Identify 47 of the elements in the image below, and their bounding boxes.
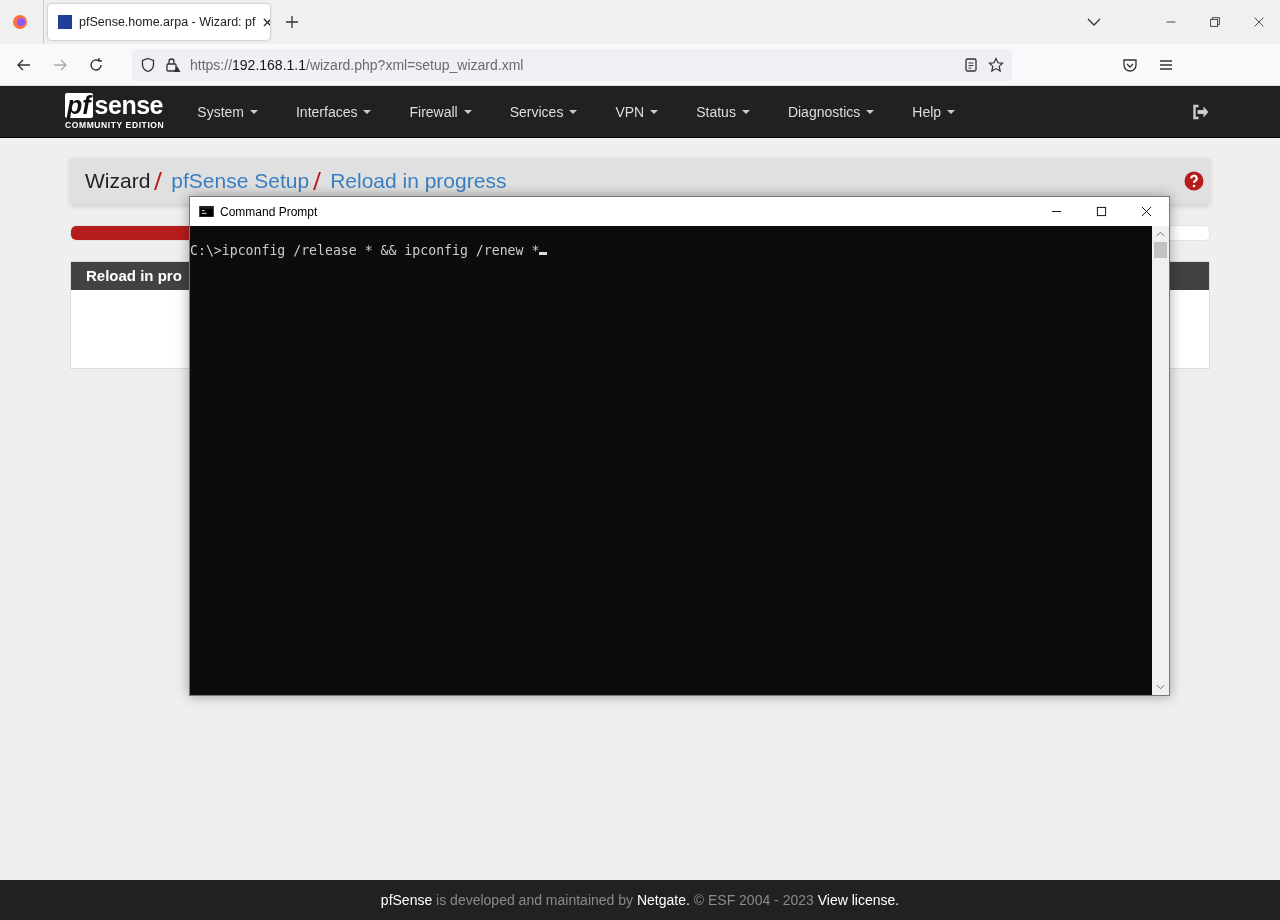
window-title: Command Prompt bbox=[220, 204, 318, 219]
logout-icon[interactable] bbox=[1191, 103, 1210, 120]
nav-menu[interactable]: Services bbox=[490, 86, 597, 137]
url-text[interactable]: https://192.168.1.1/wizard.php?xml=setup_wizard.xml bbox=[190, 56, 524, 73]
scroll-thumb[interactable] bbox=[1154, 242, 1167, 258]
caret-icon bbox=[947, 109, 956, 114]
scroll-up-icon[interactable] bbox=[1156, 231, 1165, 237]
nav-menu[interactable]: VPN bbox=[596, 86, 678, 137]
nav-menu[interactable]: System bbox=[178, 86, 277, 137]
text-cursor bbox=[539, 252, 548, 255]
caret-icon bbox=[650, 109, 659, 114]
caret-icon bbox=[569, 109, 578, 114]
pocket-icon[interactable] bbox=[1122, 56, 1138, 73]
footer-text: pfSense is developed and maintained by Netgate. © ESF 2004 - 2023 View license. bbox=[380, 892, 900, 908]
shield-icon[interactable] bbox=[140, 56, 156, 73]
breadcrumb-text: Wizard bbox=[85, 169, 151, 193]
close-icon[interactable] bbox=[1252, 15, 1266, 29]
restore-icon[interactable] bbox=[1208, 15, 1222, 29]
caret-icon bbox=[463, 109, 472, 114]
lock-warning-icon[interactable] bbox=[165, 56, 181, 73]
caret-icon bbox=[866, 109, 875, 114]
console-icon bbox=[199, 206, 214, 217]
star-icon[interactable] bbox=[988, 56, 1004, 73]
site-favicon-icon bbox=[58, 15, 72, 29]
browser-logo-icon[interactable] bbox=[12, 14, 28, 30]
caret-icon bbox=[363, 109, 372, 114]
reader-view-icon[interactable] bbox=[963, 56, 979, 73]
nav-menu[interactable]: Firewall bbox=[390, 86, 491, 137]
breadcrumb-separator bbox=[313, 172, 322, 190]
close-tab-icon[interactable] bbox=[262, 16, 270, 28]
footer-link[interactable]: Netgate. bbox=[636, 892, 690, 908]
nav-menu[interactable]: Help bbox=[893, 86, 975, 137]
footer-link[interactable]: View license. bbox=[817, 892, 900, 908]
help-icon[interactable] bbox=[1184, 171, 1204, 191]
close-icon[interactable] bbox=[1141, 206, 1152, 217]
scrollbar[interactable] bbox=[1152, 226, 1169, 695]
nav-menu[interactable]: Interfaces bbox=[277, 86, 391, 137]
caret-icon bbox=[741, 109, 750, 114]
nav-menu[interactable]: Status bbox=[677, 86, 769, 137]
reload-icon[interactable] bbox=[88, 56, 104, 73]
scroll-down-icon[interactable] bbox=[1156, 684, 1165, 690]
caret-icon bbox=[250, 109, 258, 114]
new-tab-button[interactable] bbox=[284, 14, 300, 30]
browser-tab[interactable]: pfSense.home.arpa - Wizard: pf bbox=[48, 4, 270, 40]
maximize-icon[interactable] bbox=[1096, 206, 1107, 217]
command-line: C:\>ipconfig /release * && ipconfig /renew * bbox=[190, 243, 540, 258]
nav-menu[interactable]: Diagnostics bbox=[768, 86, 894, 137]
